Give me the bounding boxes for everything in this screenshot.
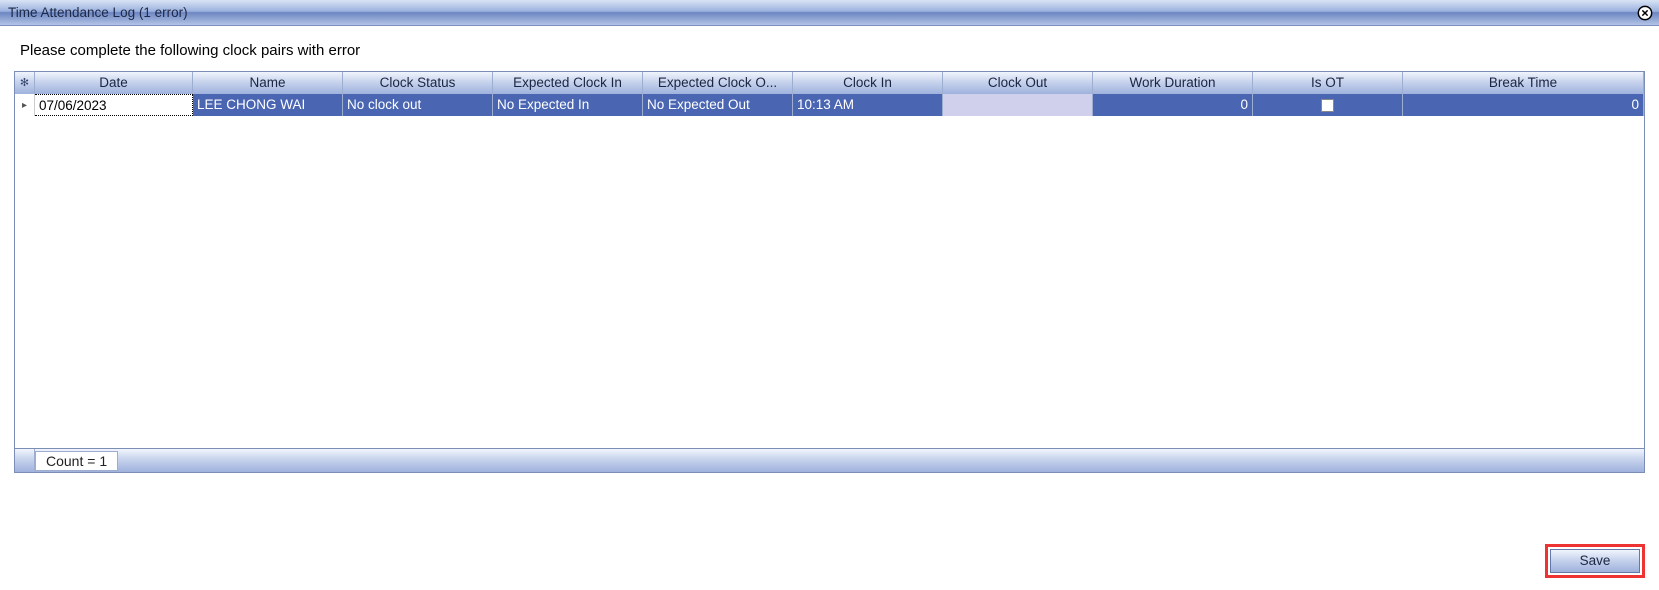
cell-clock-status[interactable]: No clock out: [343, 94, 493, 116]
is-ot-checkbox[interactable]: [1321, 99, 1334, 112]
header-expected-in[interactable]: Expected Clock In: [493, 72, 643, 94]
grid-container: ✻ Date Name Clock Status Expected Clock …: [14, 71, 1645, 473]
header-name[interactable]: Name: [193, 72, 343, 94]
cell-expected-out[interactable]: No Expected Out: [643, 94, 793, 116]
header-expected-out[interactable]: Expected Clock O...: [643, 72, 793, 94]
header-clock-in[interactable]: Clock In: [793, 72, 943, 94]
count-badge: Count = 1: [35, 451, 118, 471]
window: Time Attendance Log (1 error) Please com…: [0, 0, 1659, 590]
cell-clock-in[interactable]: 10:13 AM: [793, 94, 943, 116]
grid-footer: Count = 1: [15, 448, 1644, 472]
header-date[interactable]: Date: [35, 72, 193, 94]
cell-date[interactable]: 07/06/2023: [35, 94, 193, 116]
cell-work-duration[interactable]: 0: [1093, 94, 1253, 116]
header-clock-out[interactable]: Clock Out: [943, 72, 1093, 94]
cell-is-ot[interactable]: [1253, 94, 1403, 116]
save-button[interactable]: Save: [1550, 549, 1640, 573]
row-indicator-icon: ▸: [22, 100, 27, 111]
grid-body: ▸ 07/06/2023 LEE CHONG WAI No clock out …: [15, 94, 1644, 448]
header-clock-status[interactable]: Clock Status: [343, 72, 493, 94]
selector-corner-icon: ✻: [15, 72, 34, 94]
cell-expected-in[interactable]: No Expected In: [493, 94, 643, 116]
titlebar: Time Attendance Log (1 error): [0, 0, 1659, 26]
grid-header-row: ✻ Date Name Clock Status Expected Clock …: [15, 72, 1644, 94]
close-icon: [1637, 5, 1653, 21]
window-title: Time Attendance Log (1 error): [0, 5, 188, 20]
cell-clock-out[interactable]: [943, 94, 1093, 116]
button-bar: Save: [1545, 544, 1645, 578]
save-highlight: Save: [1545, 544, 1645, 578]
header-break-time[interactable]: Break Time: [1403, 72, 1644, 94]
cell-break-time[interactable]: 0: [1403, 94, 1644, 116]
header-work-duration[interactable]: Work Duration: [1093, 72, 1253, 94]
row-indicator: ▸: [15, 94, 35, 116]
footer-spacer: [15, 449, 35, 472]
selector-corner[interactable]: ✻: [15, 72, 35, 94]
instruction-text: Please complete the following clock pair…: [0, 26, 1659, 71]
close-button[interactable]: [1635, 3, 1655, 23]
header-is-ot[interactable]: Is OT: [1253, 72, 1403, 94]
cell-name[interactable]: LEE CHONG WAI: [193, 94, 343, 116]
table-row[interactable]: ▸ 07/06/2023 LEE CHONG WAI No clock out …: [15, 94, 1644, 116]
